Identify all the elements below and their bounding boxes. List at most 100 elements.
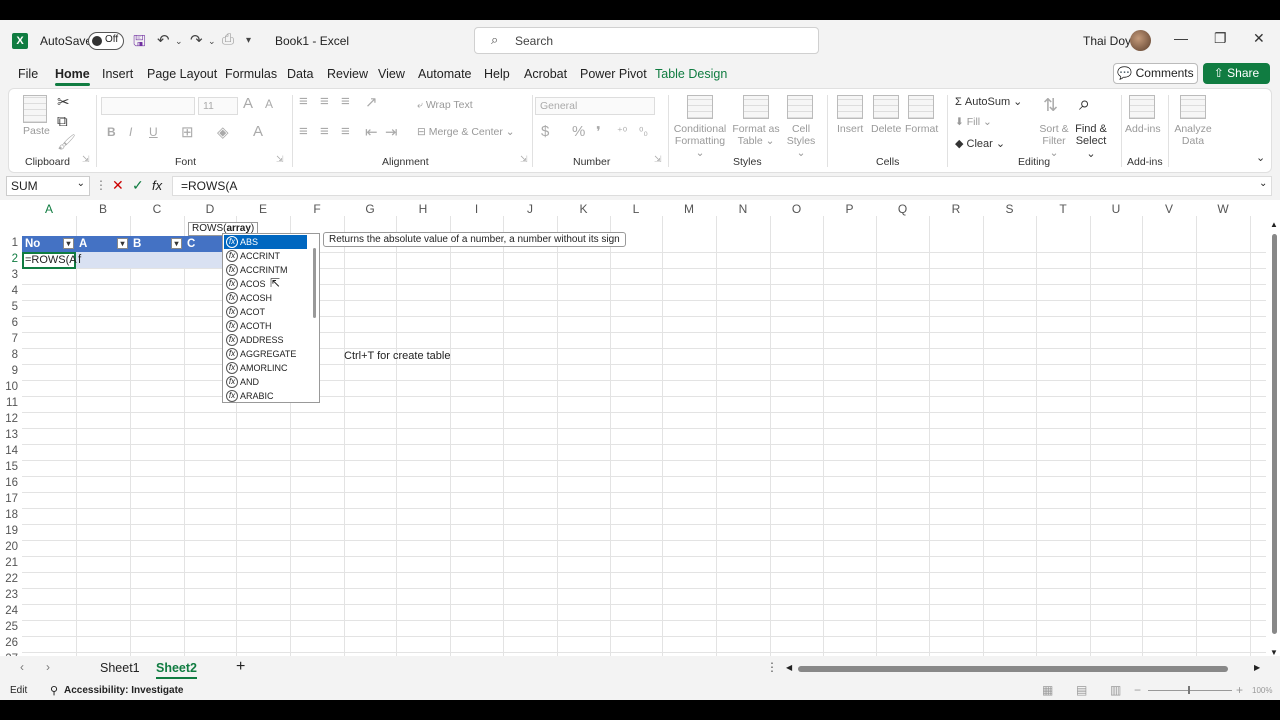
- undo-dropdown-icon[interactable]: ⌄: [175, 36, 183, 47]
- row-header-20[interactable]: 20: [0, 541, 22, 553]
- tab-power-pivot[interactable]: Power Pivot: [580, 67, 647, 81]
- autocomplete-item[interactable]: fx AND: [224, 375, 307, 389]
- column-header-p[interactable]: P: [823, 202, 876, 216]
- row-header-3[interactable]: 3: [0, 269, 22, 281]
- tab-page-layout[interactable]: Page Layout: [147, 67, 217, 81]
- redo-dropdown-icon[interactable]: ⌄: [208, 36, 216, 47]
- autocomplete-item[interactable]: fx ACCRINT: [224, 249, 307, 263]
- print-preview-icon[interactable]: ⎙: [222, 31, 234, 48]
- horizontal-scrollbar[interactable]: ◀ ▶: [786, 663, 1260, 673]
- row-header-15[interactable]: 15: [0, 461, 22, 473]
- normal-view-icon[interactable]: ▦: [1042, 683, 1053, 697]
- column-header-r[interactable]: R: [929, 202, 983, 216]
- name-box[interactable]: SUM ⌄: [6, 176, 90, 196]
- page-layout-view-icon[interactable]: ▤: [1076, 683, 1087, 697]
- worksheet-grid[interactable]: ABCDEFGHIJKLMNOPQRSTUVW 1 2 3 4 5 6 7 8 9 10 11 12 1…: [0, 200, 1280, 676]
- search-box[interactable]: ⌕ Search: [474, 27, 819, 54]
- column-header-w[interactable]: W: [1196, 202, 1250, 216]
- row-header-10[interactable]: 10: [0, 381, 22, 393]
- row-header-16[interactable]: 16: [0, 477, 22, 489]
- addins-icon[interactable]: [1129, 95, 1155, 119]
- autocomplete-item[interactable]: fx ARABIC: [224, 389, 307, 403]
- function-autocomplete-list[interactable]: fx ABS fx ACCRINT fx ACCRINTM fx ACOS fx ACOSH fx A…: [222, 233, 320, 403]
- decrease-font-icon[interactable]: A: [265, 97, 273, 111]
- row-header-7[interactable]: 7: [0, 333, 22, 345]
- comments-button[interactable]: 💬 Comments: [1113, 63, 1198, 84]
- avatar[interactable]: [1130, 30, 1151, 51]
- row-header-6[interactable]: 6: [0, 317, 22, 329]
- autocomplete-item[interactable]: fx ACOS: [224, 277, 307, 291]
- autocomplete-item[interactable]: fx ACCRINTM: [224, 263, 307, 277]
- table-header-b[interactable]: B ▾: [130, 236, 184, 252]
- row-header-21[interactable]: 21: [0, 557, 22, 569]
- row-header-18[interactable]: 18: [0, 509, 22, 521]
- column-header-a[interactable]: A: [22, 202, 76, 216]
- underline-icon[interactable]: U: [149, 125, 158, 139]
- column-header-h[interactable]: H: [396, 202, 450, 216]
- column-header-m[interactable]: M: [662, 202, 716, 216]
- column-header-s[interactable]: S: [983, 202, 1036, 216]
- orientation-icon[interactable]: ↗: [365, 93, 378, 111]
- row-header-23[interactable]: 23: [0, 589, 22, 601]
- wrap-text-button[interactable]: ⤶ Wrap Text: [417, 99, 473, 112]
- conditional-formatting-icon[interactable]: [687, 95, 713, 119]
- more-options-icon[interactable]: ⋮: [95, 178, 107, 192]
- column-header-l[interactable]: L: [610, 202, 662, 216]
- active-cell[interactable]: =ROWS(A: [22, 252, 77, 269]
- font-launcher-icon[interactable]: ⇲: [276, 154, 284, 165]
- font-color-icon[interactable]: A: [253, 123, 263, 140]
- insert-cells-icon[interactable]: [837, 95, 863, 119]
- analyze-data-icon[interactable]: [1180, 95, 1206, 119]
- delete-cells-icon[interactable]: [873, 95, 899, 119]
- fill-button[interactable]: ⬇ Fill ⌄: [955, 116, 992, 128]
- filter-dropdown-icon[interactable]: ▾: [117, 238, 128, 249]
- column-header-j[interactable]: J: [503, 202, 557, 216]
- zoom-out-icon[interactable]: −: [1134, 683, 1141, 697]
- column-header-n[interactable]: N: [716, 202, 770, 216]
- zoom-level[interactable]: 100%: [1252, 686, 1272, 695]
- prev-sheet-icon[interactable]: ‹: [20, 660, 24, 674]
- enter-icon[interactable]: ✓: [132, 177, 144, 194]
- accessibility-icon[interactable]: ⚲: [50, 684, 58, 697]
- tab-review[interactable]: Review: [327, 67, 368, 81]
- column-header-i[interactable]: I: [450, 202, 503, 216]
- share-button[interactable]: ⇧ Share: [1203, 63, 1270, 84]
- center-icon[interactable]: ≡: [320, 123, 329, 140]
- tab-acrobat[interactable]: Acrobat: [524, 67, 567, 81]
- tab-view[interactable]: View: [378, 67, 405, 81]
- fill-color-icon[interactable]: ◈: [217, 123, 229, 141]
- align-right-icon[interactable]: ≡: [341, 123, 350, 140]
- bottom-align-icon[interactable]: ≡: [341, 93, 350, 110]
- autocomplete-item[interactable]: fx ACOTH: [224, 319, 307, 333]
- tab-formulas[interactable]: Formulas: [225, 67, 277, 81]
- row-header-24[interactable]: 24: [0, 605, 22, 617]
- bold-icon[interactable]: B: [107, 125, 116, 139]
- row-header-9[interactable]: 9: [0, 365, 22, 377]
- row-header-5[interactable]: 5: [0, 301, 22, 313]
- paste-icon[interactable]: [23, 95, 47, 123]
- delete-label[interactable]: Delete: [871, 123, 901, 135]
- italic-icon[interactable]: I: [129, 125, 132, 139]
- format-cells-icon[interactable]: [908, 95, 934, 119]
- column-header-t[interactable]: T: [1036, 202, 1090, 216]
- analyze-data-label[interactable]: Analyze Data: [1173, 123, 1213, 147]
- copy-icon[interactable]: ⧉: [57, 113, 68, 130]
- row-header-25[interactable]: 25: [0, 621, 22, 633]
- save-icon[interactable]: 🖫: [133, 31, 146, 56]
- row-header-2[interactable]: 2: [0, 253, 22, 265]
- format-label[interactable]: Format: [905, 123, 938, 135]
- column-header-e[interactable]: E: [236, 202, 290, 216]
- zoom-slider-thumb[interactable]: [1188, 686, 1190, 694]
- find-select-label[interactable]: Find & Select ⌄: [1071, 123, 1111, 160]
- insert-function-icon[interactable]: fx: [152, 178, 162, 193]
- collapse-ribbon-icon[interactable]: ⌄: [1256, 151, 1265, 164]
- column-header-b[interactable]: B: [76, 202, 130, 216]
- sort-filter-label[interactable]: Sort & Filter ⌄: [1037, 123, 1071, 159]
- row-header-22[interactable]: 22: [0, 573, 22, 585]
- autocomplete-item[interactable]: fx ACOSH: [224, 291, 307, 305]
- increase-indent-icon[interactable]: ⇥: [385, 123, 398, 141]
- increase-decimal-icon[interactable]: ⁺⁰: [617, 125, 627, 138]
- sort-filter-icon[interactable]: ⇅: [1043, 95, 1058, 116]
- column-header-g[interactable]: G: [344, 202, 396, 216]
- borders-icon[interactable]: ⊞: [181, 123, 194, 141]
